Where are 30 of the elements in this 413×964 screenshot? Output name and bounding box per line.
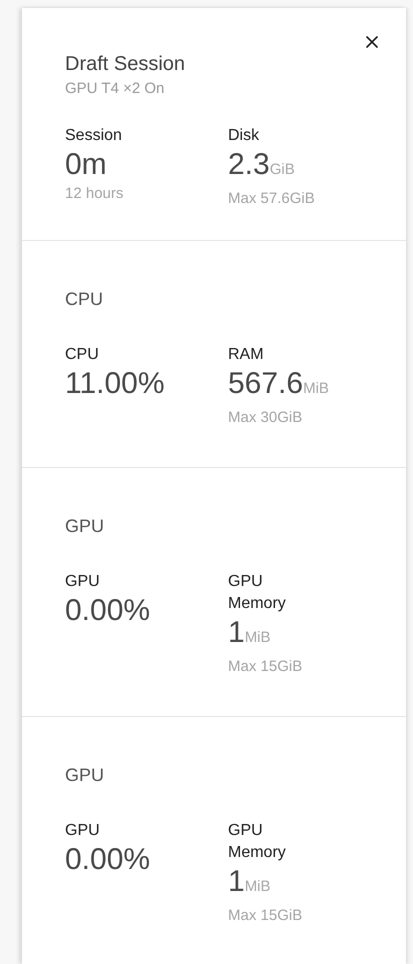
metric-label: CPU — [65, 345, 99, 365]
unit-label: MiB — [244, 878, 271, 895]
session-subtitle: GPU T4 ×2 On — [65, 80, 166, 97]
metric-label: Session — [65, 126, 122, 146]
metric-value: 11.00% — [65, 366, 165, 402]
metric-note: 12 hours — [65, 184, 124, 204]
metric-label: GPU — [65, 821, 100, 841]
session-title: Draft Session — [65, 52, 186, 76]
metric-note: Max 15GiB — [228, 657, 302, 677]
metric-label: RAM — [228, 345, 264, 365]
metric-note: Max 15GiB — [228, 906, 302, 926]
unit-label: MiB — [244, 629, 271, 646]
section-heading: GPU — [65, 765, 106, 786]
metric-value: 0m — [65, 147, 107, 183]
metric-label: GPU Memory — [228, 572, 287, 614]
unit-label: MiB — [303, 380, 329, 397]
metric-note: Max 57.6GiB — [228, 189, 315, 209]
metric-label: GPU Memory — [228, 821, 287, 863]
metric-value: 1MiB — [228, 864, 271, 900]
metric-note: Max 30GiB — [228, 408, 302, 428]
metric-value: 0.00% — [65, 842, 150, 878]
section-heading: GPU — [65, 516, 106, 537]
metric-label: GPU — [65, 572, 100, 592]
metric-value: 2.3GiB — [228, 147, 295, 183]
unit-label: GiB — [270, 161, 295, 178]
section-heading: CPU — [65, 289, 104, 310]
metric-value: 567.6MiB — [228, 366, 329, 402]
metric-value: 1MiB — [228, 615, 271, 651]
metric-label: Disk — [228, 126, 260, 146]
metric-value: 0.00% — [65, 593, 150, 629]
